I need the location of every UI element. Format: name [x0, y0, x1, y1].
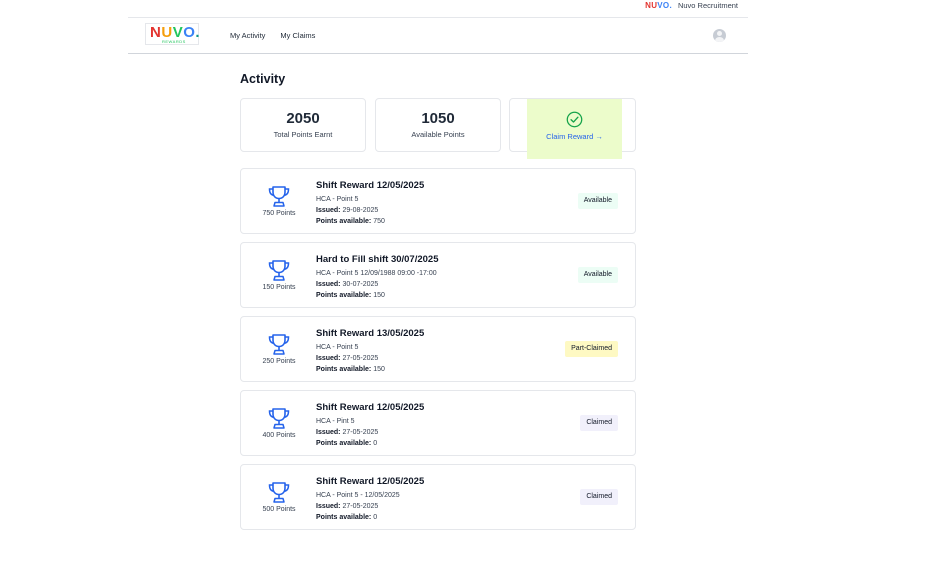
trophy-icon — [268, 334, 290, 355]
issued-label: Issued: — [316, 281, 341, 288]
mini-logo: NUVO. — [645, 1, 672, 10]
reward-points: 150 Points — [262, 284, 296, 291]
stat-total-points: 2050 Total Points Earnt — [240, 98, 366, 152]
issued-date: 29-08-2025 — [342, 207, 379, 214]
trophy-icon — [268, 260, 290, 281]
total-points-label: Total Points Earnt — [273, 130, 333, 139]
available-points-label: Available Points — [411, 130, 465, 139]
reward-detail: HCA - Point 5 12/09/1988 09:00 -17:00 — [316, 270, 437, 277]
status-badge: Part-Claimed — [565, 341, 618, 357]
reward-card[interactable]: 400 Points Shift Reward 12/05/2025 HCA -… — [240, 390, 636, 456]
available-value: 0 — [373, 514, 378, 521]
stat-claim-reward: Claim Reward → — [509, 98, 636, 159]
app-header: NUVO. REWARDS My Activity My Claims — [128, 17, 748, 54]
company-name: Nuvo Recruitment — [677, 1, 738, 10]
user-avatar-icon[interactable] — [713, 29, 726, 42]
reward-detail: HCA - Point 5 — [316, 196, 359, 203]
status-badge: Available — [577, 267, 618, 283]
issued-date: 27-05-2025 — [342, 355, 379, 362]
nav-my-claims[interactable]: My Claims — [280, 31, 315, 40]
available-value: 150 — [373, 366, 385, 373]
main-nav: My Activity My Claims — [230, 31, 315, 40]
issued-date: 27-05-2025 — [342, 429, 379, 436]
stat-available-points: 1050 Available Points — [375, 98, 501, 152]
reward-available: Points available: 0 — [316, 512, 424, 523]
available-value: 0 — [373, 440, 378, 447]
available-label: Points available: — [316, 366, 372, 373]
reward-card[interactable]: 750 Points Shift Reward 12/05/2025 HCA -… — [240, 168, 636, 234]
reward-card[interactable]: 500 Points Shift Reward 12/05/2025 HCA -… — [240, 464, 636, 530]
activity-main: Activity 2050 Total Points Earnt 1050 Av… — [240, 72, 636, 530]
stats-row: 2050 Total Points Earnt 1050 Available P… — [240, 98, 636, 159]
reward-points: 500 Points — [262, 506, 296, 513]
reward-issued: Issued: 30-07-2025 — [316, 279, 439, 290]
reward-available: Points available: 150 — [316, 290, 439, 301]
reward-points: 250 Points — [262, 358, 296, 365]
reward-title: Shift Reward 12/05/2025 — [316, 180, 425, 191]
status-badge: Available — [577, 193, 618, 209]
issued-date: 27-05-2025 — [342, 503, 379, 510]
available-label: Points available: — [316, 292, 372, 299]
logo-subtitle: REWARDS — [162, 39, 186, 44]
reward-card[interactable]: 250 Points Shift Reward 13/05/2025 HCA -… — [240, 316, 636, 382]
total-points-value: 2050 — [286, 110, 320, 127]
trophy-icon — [268, 186, 290, 207]
reward-issued: Issued: 27-05-2025 — [316, 501, 424, 512]
available-points-value: 1050 — [421, 110, 455, 127]
claim-reward-button[interactable]: Claim Reward → — [527, 99, 622, 159]
issued-label: Issued: — [316, 503, 341, 510]
reward-info: Shift Reward 12/05/2025 HCA - Pint 5 Iss… — [316, 402, 424, 449]
reward-issued: Issued: 29-08-2025 — [316, 205, 424, 216]
reward-info: Shift Reward 12/05/2025 HCA - Point 5 Is… — [316, 180, 424, 227]
available-value: 150 — [373, 292, 385, 299]
reward-title: Shift Reward 13/05/2025 — [316, 328, 425, 339]
reward-title: Hard to Fill shift 30/07/2025 — [316, 254, 439, 265]
claim-reward-label: Claim Reward → — [546, 132, 603, 141]
reward-detail: HCA - Point 5 — [316, 344, 359, 351]
trophy-icon — [268, 482, 290, 503]
top-brand: NUVO. Nuvo Recruitment — [645, 1, 738, 10]
issued-label: Issued: — [316, 355, 341, 362]
reward-title: Shift Reward 12/05/2025 — [316, 402, 425, 413]
reward-issued: Issued: 27-05-2025 — [316, 427, 424, 438]
reward-available: Points available: 150 — [316, 364, 424, 375]
reward-available: Points available: 750 — [316, 216, 424, 227]
status-badge: Claimed — [580, 489, 618, 505]
nuvo-rewards-logo[interactable]: NUVO. REWARDS — [145, 23, 200, 45]
reward-info: Hard to Fill shift 30/07/2025 HCA - Poin… — [316, 254, 439, 301]
reward-card[interactable]: 150 Points Hard to Fill shift 30/07/2025… — [240, 242, 636, 308]
issued-date: 30-07-2025 — [342, 281, 379, 288]
top-brand-bar: NUVO. Nuvo Recruitment — [0, 0, 941, 14]
nav-my-activity[interactable]: My Activity — [230, 31, 265, 40]
page-title: Activity — [240, 72, 286, 86]
reward-title: Shift Reward 12/05/2025 — [316, 476, 425, 487]
reward-info: Shift Reward 12/05/2025 HCA - Point 5 - … — [316, 476, 424, 523]
reward-info: Shift Reward 13/05/2025 HCA - Point 5 Is… — [316, 328, 424, 375]
trophy-icon — [268, 408, 290, 429]
status-badge: Claimed — [580, 415, 618, 431]
check-circle-icon — [566, 111, 583, 128]
reward-points: 750 Points — [262, 210, 296, 217]
reward-detail: HCA - Point 5 - 12/05/2025 — [316, 492, 400, 499]
issued-label: Issued: — [316, 207, 341, 214]
issued-label: Issued: — [316, 429, 341, 436]
reward-points: 400 Points — [262, 432, 296, 439]
available-label: Points available: — [316, 218, 372, 225]
reward-issued: Issued: 27-05-2025 — [316, 353, 424, 364]
reward-detail: HCA - Pint 5 — [316, 418, 355, 425]
reward-available: Points available: 0 — [316, 438, 424, 449]
available-label: Points available: — [316, 440, 372, 447]
available-label: Points available: — [316, 514, 372, 521]
available-value: 750 — [373, 218, 385, 225]
